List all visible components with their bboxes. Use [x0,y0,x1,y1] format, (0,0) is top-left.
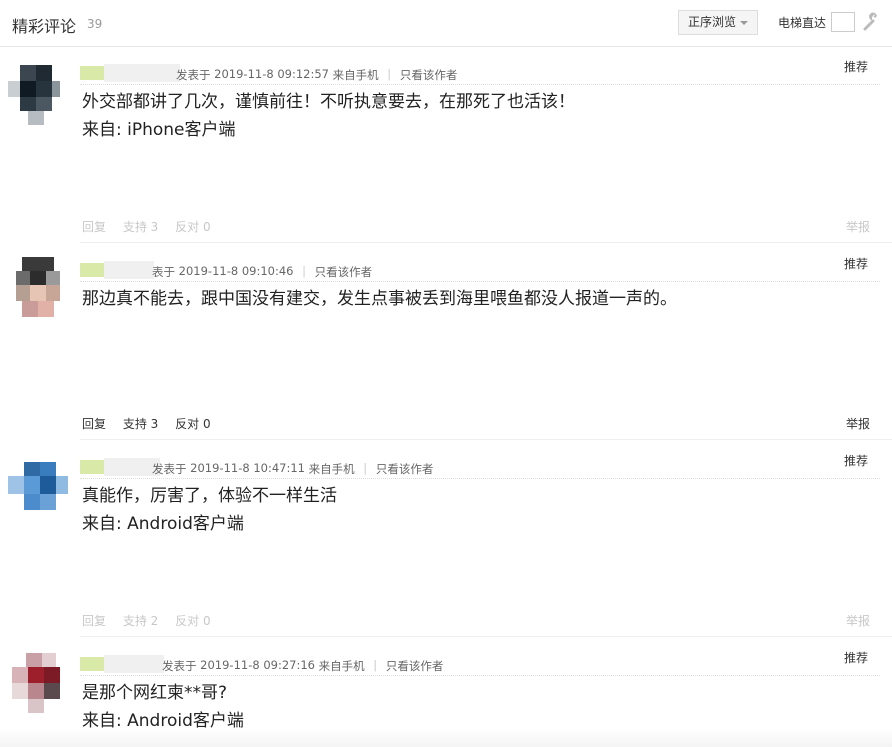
recommend-button[interactable]: 推荐 [844,58,868,75]
reply-button[interactable]: 回复 [82,614,106,628]
divider: | [302,264,307,278]
author-only-link[interactable]: 只看该作者 [376,462,434,476]
post-time: 2019-11-8 09:27:16 [200,658,315,672]
meta-prefix: 发表于 [152,462,187,476]
author-only-link[interactable]: 只看该作者 [386,659,444,673]
post-content: 真能作，厉害了，体验不一样生活 来自: Android客户端 [82,482,337,538]
comment-count: 39 [87,17,103,31]
recommend-button[interactable]: 推荐 [844,255,868,272]
username-redacted[interactable] [80,64,180,82]
post-text: 外交部都讲了几次，谨慎前往！不听执意要去，在那死了也活该！ [82,92,575,112]
comment-post: 发表于 2019-11-8 09:12:57 来自手机 | 只看该作者 推荐 外… [0,60,892,243]
post-text: 那边真不能去，跟中国没有建交，发生点事被丢到海里喂鱼都没人报道一声的。 [82,289,677,309]
device-label: 来自手机 [308,462,355,476]
device-label: 来自手机 [318,659,365,673]
comment-post: 发表于 2019-11-8 10:47:11 来自手机 | 只看该作者 推荐 真… [0,454,892,637]
avatar[interactable] [8,257,72,321]
author-only-link[interactable]: 只看该作者 [400,68,458,82]
post-content: 外交部都讲了几次，谨慎前往！不听执意要去，在那死了也活该！ 来自: iPhone… [82,88,575,144]
meta-prefix: 发表于 [176,68,211,82]
post-actions: 回复 支持 3 反对 0 [82,415,224,432]
post-actions: 回复 支持 3 反对 0 [82,218,224,235]
comments-header: 精彩评论 39 正序浏览 电梯直达 [0,0,892,47]
report-button[interactable]: 举报 [846,612,870,629]
post-text: 是那个网红柬**哥? [82,683,228,703]
support-button[interactable]: 支持 2 [123,614,158,628]
oppose-button[interactable]: 反对 0 [175,417,210,431]
recommend-button[interactable]: 推荐 [844,452,868,469]
device-label: 来自手机 [332,68,379,82]
report-button[interactable]: 举报 [846,415,870,432]
post-time: 2019-11-8 10:47:11 [190,461,305,475]
support-button[interactable]: 支持 3 [123,220,158,234]
report-button[interactable]: 举报 [846,218,870,235]
post-source: 来自: iPhone客户端 [82,120,236,140]
support-button[interactable]: 支持 3 [123,417,158,431]
elevator-label: 电梯直达 [778,16,827,30]
wrench-icon[interactable] [860,11,882,33]
post-actions: 回复 支持 2 反对 0 [82,612,224,629]
post-meta: 发表于 2019-11-8 09:12:57 来自手机 | 只看该作者 [176,67,457,83]
author-only-link[interactable]: 只看该作者 [315,265,373,279]
divider: | [373,658,378,672]
divider [80,242,892,243]
post-text: 真能作，厉害了，体验不一样生活 [82,486,337,506]
post-source: 来自: Android客户端 [82,514,244,534]
divider [80,478,880,479]
floor-jump-input[interactable] [831,12,855,32]
avatar[interactable] [8,651,72,715]
comment-post: 表于 2019-11-8 09:10:46 | 只看该作者 推荐 那边真不能去，… [0,257,892,440]
post-meta: 表于 2019-11-8 09:10:46 | 只看该作者 [152,264,372,280]
sort-order-button[interactable]: 正序浏览 [678,10,758,35]
post-content: 那边真不能去，跟中国没有建交，发生点事被丢到海里喂鱼都没人报道一声的。 [82,285,677,313]
oppose-button[interactable]: 反对 0 [175,614,210,628]
recommend-button[interactable]: 推荐 [844,649,868,666]
chevron-down-icon [740,21,748,25]
divider [80,84,880,85]
avatar[interactable] [8,454,72,518]
sort-order-label: 正序浏览 [688,15,737,29]
post-meta: 发表于 2019-11-8 09:27:16 来自手机 | 只看该作者 [162,658,443,674]
divider: | [387,67,392,81]
post-time: 2019-11-8 09:12:57 [214,67,329,81]
username-redacted[interactable] [80,655,164,673]
meta-prefix: 表于 [152,265,175,279]
section-title: 精彩评论 [12,17,77,36]
username-redacted[interactable] [80,261,154,279]
divider [80,675,880,676]
divider [80,281,880,282]
post-meta: 发表于 2019-11-8 10:47:11 来自手机 | 只看该作者 [152,461,433,477]
divider [80,439,892,440]
username-redacted[interactable] [80,458,160,476]
post-time: 2019-11-8 09:10:46 [178,264,294,278]
reply-button[interactable]: 回复 [82,220,106,234]
oppose-button[interactable]: 反对 0 [175,220,210,234]
meta-prefix: 发表于 [162,659,197,673]
avatar[interactable] [8,60,72,125]
reply-button[interactable]: 回复 [82,417,106,431]
divider: | [363,461,368,475]
bottom-edge [0,727,892,747]
divider [80,636,892,637]
